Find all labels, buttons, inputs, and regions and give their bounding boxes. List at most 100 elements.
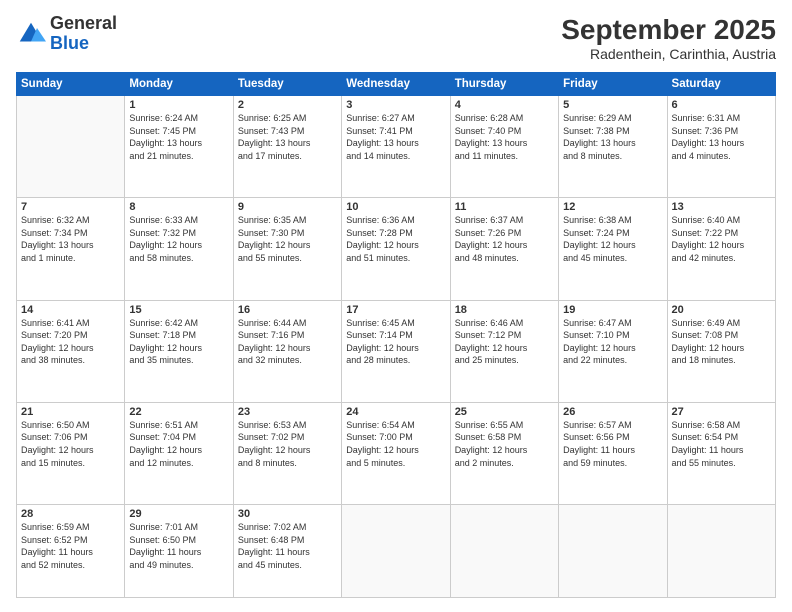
day-info: Sunrise: 6:33 AM Sunset: 7:32 PM Dayligh… <box>129 214 228 264</box>
page: General Blue September 2025 Radenthein, … <box>0 0 792 612</box>
calendar-cell: 10Sunrise: 6:36 AM Sunset: 7:28 PM Dayli… <box>342 198 450 300</box>
week-row-1: 1Sunrise: 6:24 AM Sunset: 7:45 PM Daylig… <box>17 96 776 198</box>
calendar-cell: 6Sunrise: 6:31 AM Sunset: 7:36 PM Daylig… <box>667 96 775 198</box>
calendar-cell: 29Sunrise: 7:01 AM Sunset: 6:50 PM Dayli… <box>125 505 233 598</box>
day-info: Sunrise: 6:28 AM Sunset: 7:40 PM Dayligh… <box>455 112 554 162</box>
day-info: Sunrise: 6:29 AM Sunset: 7:38 PM Dayligh… <box>563 112 662 162</box>
day-info: Sunrise: 6:59 AM Sunset: 6:52 PM Dayligh… <box>21 521 120 571</box>
day-number: 4 <box>455 99 554 111</box>
calendar-cell: 3Sunrise: 6:27 AM Sunset: 7:41 PM Daylig… <box>342 96 450 198</box>
calendar-cell: 25Sunrise: 6:55 AM Sunset: 6:58 PM Dayli… <box>450 402 558 504</box>
calendar-cell: 5Sunrise: 6:29 AM Sunset: 7:38 PM Daylig… <box>559 96 667 198</box>
day-info: Sunrise: 6:31 AM Sunset: 7:36 PM Dayligh… <box>672 112 771 162</box>
calendar-cell: 16Sunrise: 6:44 AM Sunset: 7:16 PM Dayli… <box>233 300 341 402</box>
day-number: 2 <box>238 99 337 111</box>
calendar-title: September 2025 <box>561 14 776 46</box>
calendar-cell <box>450 505 558 598</box>
day-info: Sunrise: 6:44 AM Sunset: 7:16 PM Dayligh… <box>238 317 337 367</box>
calendar-cell: 12Sunrise: 6:38 AM Sunset: 7:24 PM Dayli… <box>559 198 667 300</box>
calendar-cell: 11Sunrise: 6:37 AM Sunset: 7:26 PM Dayli… <box>450 198 558 300</box>
day-info: Sunrise: 6:38 AM Sunset: 7:24 PM Dayligh… <box>563 214 662 264</box>
day-info: Sunrise: 6:58 AM Sunset: 6:54 PM Dayligh… <box>672 419 771 469</box>
weekday-header-thursday: Thursday <box>450 73 558 96</box>
day-info: Sunrise: 6:47 AM Sunset: 7:10 PM Dayligh… <box>563 317 662 367</box>
day-info: Sunrise: 6:35 AM Sunset: 7:30 PM Dayligh… <box>238 214 337 264</box>
day-number: 22 <box>129 406 228 418</box>
day-info: Sunrise: 6:50 AM Sunset: 7:06 PM Dayligh… <box>21 419 120 469</box>
day-number: 12 <box>563 201 662 213</box>
calendar-cell: 21Sunrise: 6:50 AM Sunset: 7:06 PM Dayli… <box>17 402 125 504</box>
logo-blue: Blue <box>50 34 117 54</box>
calendar-cell: 18Sunrise: 6:46 AM Sunset: 7:12 PM Dayli… <box>450 300 558 402</box>
calendar-cell: 17Sunrise: 6:45 AM Sunset: 7:14 PM Dayli… <box>342 300 450 402</box>
day-number: 30 <box>238 508 337 520</box>
day-info: Sunrise: 6:40 AM Sunset: 7:22 PM Dayligh… <box>672 214 771 264</box>
day-info: Sunrise: 6:46 AM Sunset: 7:12 PM Dayligh… <box>455 317 554 367</box>
calendar-cell: 28Sunrise: 6:59 AM Sunset: 6:52 PM Dayli… <box>17 505 125 598</box>
day-info: Sunrise: 6:53 AM Sunset: 7:02 PM Dayligh… <box>238 419 337 469</box>
logo-icon <box>16 19 46 49</box>
day-number: 15 <box>129 304 228 316</box>
calendar-subtitle: Radenthein, Carinthia, Austria <box>561 46 776 62</box>
weekday-header-friday: Friday <box>559 73 667 96</box>
calendar-cell: 13Sunrise: 6:40 AM Sunset: 7:22 PM Dayli… <box>667 198 775 300</box>
calendar-cell: 30Sunrise: 7:02 AM Sunset: 6:48 PM Dayli… <box>233 505 341 598</box>
day-number: 24 <box>346 406 445 418</box>
day-info: Sunrise: 6:49 AM Sunset: 7:08 PM Dayligh… <box>672 317 771 367</box>
day-number: 6 <box>672 99 771 111</box>
week-row-2: 7Sunrise: 6:32 AM Sunset: 7:34 PM Daylig… <box>17 198 776 300</box>
day-info: Sunrise: 6:36 AM Sunset: 7:28 PM Dayligh… <box>346 214 445 264</box>
calendar-cell <box>667 505 775 598</box>
day-info: Sunrise: 6:41 AM Sunset: 7:20 PM Dayligh… <box>21 317 120 367</box>
calendar-cell: 26Sunrise: 6:57 AM Sunset: 6:56 PM Dayli… <box>559 402 667 504</box>
day-number: 19 <box>563 304 662 316</box>
day-number: 25 <box>455 406 554 418</box>
day-number: 17 <box>346 304 445 316</box>
day-number: 26 <box>563 406 662 418</box>
week-row-3: 14Sunrise: 6:41 AM Sunset: 7:20 PM Dayli… <box>17 300 776 402</box>
day-info: Sunrise: 6:32 AM Sunset: 7:34 PM Dayligh… <box>21 214 120 264</box>
calendar-cell: 4Sunrise: 6:28 AM Sunset: 7:40 PM Daylig… <box>450 96 558 198</box>
calendar-cell: 24Sunrise: 6:54 AM Sunset: 7:00 PM Dayli… <box>342 402 450 504</box>
weekday-header-sunday: Sunday <box>17 73 125 96</box>
logo-text: General Blue <box>50 14 117 54</box>
weekday-header-monday: Monday <box>125 73 233 96</box>
day-info: Sunrise: 6:27 AM Sunset: 7:41 PM Dayligh… <box>346 112 445 162</box>
logo-general: General <box>50 14 117 34</box>
day-info: Sunrise: 6:55 AM Sunset: 6:58 PM Dayligh… <box>455 419 554 469</box>
day-number: 21 <box>21 406 120 418</box>
day-info: Sunrise: 6:42 AM Sunset: 7:18 PM Dayligh… <box>129 317 228 367</box>
weekday-header-saturday: Saturday <box>667 73 775 96</box>
week-row-4: 21Sunrise: 6:50 AM Sunset: 7:06 PM Dayli… <box>17 402 776 504</box>
day-number: 23 <box>238 406 337 418</box>
calendar-cell: 14Sunrise: 6:41 AM Sunset: 7:20 PM Dayli… <box>17 300 125 402</box>
day-number: 11 <box>455 201 554 213</box>
day-number: 8 <box>129 201 228 213</box>
calendar-cell: 20Sunrise: 6:49 AM Sunset: 7:08 PM Dayli… <box>667 300 775 402</box>
day-info: Sunrise: 6:54 AM Sunset: 7:00 PM Dayligh… <box>346 419 445 469</box>
calendar-cell: 23Sunrise: 6:53 AM Sunset: 7:02 PM Dayli… <box>233 402 341 504</box>
day-number: 9 <box>238 201 337 213</box>
day-number: 10 <box>346 201 445 213</box>
day-number: 28 <box>21 508 120 520</box>
day-number: 14 <box>21 304 120 316</box>
day-number: 13 <box>672 201 771 213</box>
day-number: 18 <box>455 304 554 316</box>
calendar-cell: 19Sunrise: 6:47 AM Sunset: 7:10 PM Dayli… <box>559 300 667 402</box>
day-info: Sunrise: 6:25 AM Sunset: 7:43 PM Dayligh… <box>238 112 337 162</box>
title-block: September 2025 Radenthein, Carinthia, Au… <box>561 14 776 62</box>
day-number: 3 <box>346 99 445 111</box>
calendar-cell: 7Sunrise: 6:32 AM Sunset: 7:34 PM Daylig… <box>17 198 125 300</box>
calendar-cell <box>559 505 667 598</box>
day-number: 16 <box>238 304 337 316</box>
day-info: Sunrise: 6:37 AM Sunset: 7:26 PM Dayligh… <box>455 214 554 264</box>
logo: General Blue <box>16 14 117 54</box>
day-number: 27 <box>672 406 771 418</box>
calendar-cell: 2Sunrise: 6:25 AM Sunset: 7:43 PM Daylig… <box>233 96 341 198</box>
weekday-header-wednesday: Wednesday <box>342 73 450 96</box>
calendar-cell <box>342 505 450 598</box>
day-number: 29 <box>129 508 228 520</box>
day-info: Sunrise: 7:02 AM Sunset: 6:48 PM Dayligh… <box>238 521 337 571</box>
calendar-cell: 22Sunrise: 6:51 AM Sunset: 7:04 PM Dayli… <box>125 402 233 504</box>
day-number: 7 <box>21 201 120 213</box>
